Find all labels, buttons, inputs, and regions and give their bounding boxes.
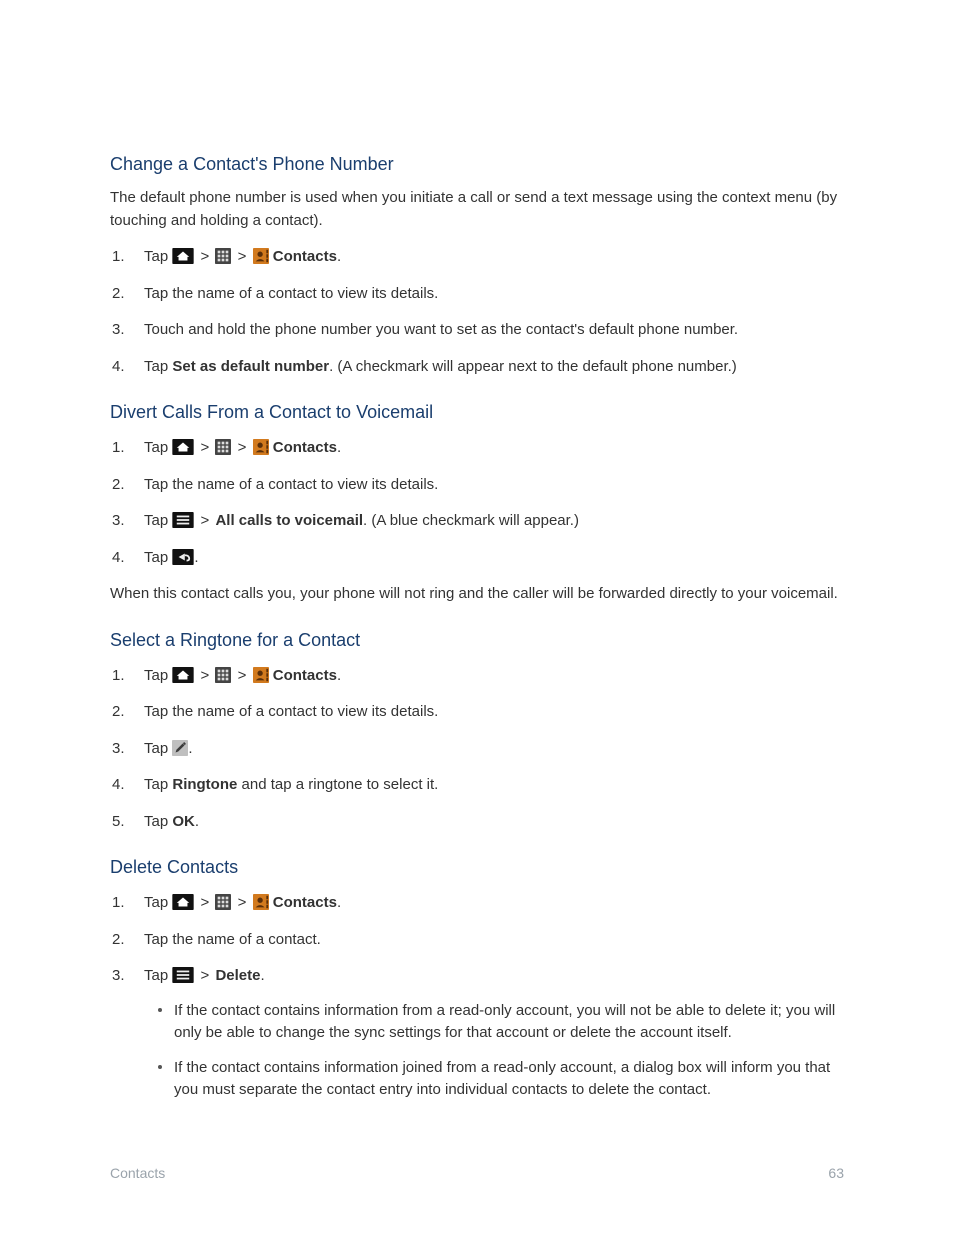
step-text: Tap — [144, 740, 172, 757]
step: Tap Set as default number. (A checkmark … — [110, 356, 844, 379]
period: . — [194, 549, 198, 566]
apps-icon — [215, 248, 231, 264]
steps-select-ringtone: Tap > > Contacts. Tap the name of a cont… — [110, 665, 844, 834]
footer-section-label: Contacts — [110, 1165, 165, 1181]
step-text: Tap — [144, 439, 172, 456]
page-footer: Contacts 63 — [0, 1165, 954, 1181]
step-text-after: and tap a ringtone to select it. — [237, 776, 438, 793]
step: Tap . — [110, 547, 844, 570]
period: . — [261, 967, 265, 984]
substep: If the contact contains information from… — [158, 1000, 844, 1045]
period: . — [337, 667, 341, 684]
step: Tap > > Contacts. — [110, 665, 844, 688]
step: Tap > > Contacts. — [110, 437, 844, 460]
heading-select-ringtone: Select a Ringtone for a Contact — [110, 630, 844, 651]
menu-icon — [172, 967, 194, 983]
period: . — [195, 813, 199, 830]
outro-paragraph: When this contact calls you, your phone … — [110, 583, 844, 606]
edit-icon — [172, 740, 188, 756]
home-icon — [172, 439, 194, 455]
step: Touch and hold the phone number you want… — [110, 319, 844, 342]
step-text: Tap — [144, 967, 172, 984]
step: Tap . — [110, 738, 844, 761]
bold-text: Set as default number — [172, 358, 329, 375]
step-text: Tap — [144, 549, 172, 566]
heading-delete-contacts: Delete Contacts — [110, 857, 844, 878]
home-icon — [172, 248, 194, 264]
intro-paragraph: The default phone number is used when yo… — [110, 187, 844, 232]
steps-divert-calls: Tap > > Contacts. Tap the name of a cont… — [110, 437, 844, 569]
contacts-label: Contacts — [273, 667, 337, 684]
document-page: Change a Contact's Phone Number The defa… — [0, 0, 954, 1235]
separator: > — [201, 967, 210, 984]
heading-divert-calls: Divert Calls From a Contact to Voicemail — [110, 402, 844, 423]
contacts-icon — [253, 667, 269, 683]
step-text: Tap — [144, 776, 172, 793]
step-text: Tap — [144, 358, 172, 375]
step-text: Tap — [144, 813, 172, 830]
step-text: Tap — [144, 512, 172, 529]
contacts-icon — [253, 439, 269, 455]
period: . — [337, 248, 341, 265]
step-text: Tap — [144, 248, 172, 265]
step: Tap the name of a contact to view its de… — [110, 474, 844, 497]
step: Tap > > Contacts. — [110, 246, 844, 269]
home-icon — [172, 894, 194, 910]
separator: > — [201, 512, 210, 529]
separator: > — [201, 439, 210, 456]
step-text-after: . (A blue checkmark will appear.) — [363, 512, 579, 529]
contacts-icon — [253, 248, 269, 264]
separator: > — [238, 667, 247, 684]
separator: > — [201, 248, 210, 265]
apps-icon — [215, 439, 231, 455]
substeps: If the contact contains information from… — [158, 1000, 844, 1102]
step: Tap Ringtone and tap a ringtone to selec… — [110, 774, 844, 797]
step-text: Tap — [144, 667, 172, 684]
step: Tap the name of a contact to view its de… — [110, 701, 844, 724]
contacts-label: Contacts — [273, 248, 337, 265]
back-icon — [172, 549, 194, 565]
step: Tap OK. — [110, 811, 844, 834]
heading-change-number: Change a Contact's Phone Number — [110, 154, 844, 175]
separator: > — [238, 248, 247, 265]
bold-text: Ringtone — [172, 776, 237, 793]
contacts-label: Contacts — [273, 894, 337, 911]
bold-text: OK — [172, 813, 195, 830]
apps-icon — [215, 894, 231, 910]
home-icon — [172, 667, 194, 683]
step: Tap > All calls to voicemail. (A blue ch… — [110, 510, 844, 533]
contacts-icon — [253, 894, 269, 910]
step-text: Tap — [144, 894, 172, 911]
steps-delete-contacts: Tap > > Contacts. Tap the name of a cont… — [110, 892, 844, 1102]
period: . — [337, 439, 341, 456]
step: Tap the name of a contact. — [110, 929, 844, 952]
step: Tap the name of a contact to view its de… — [110, 283, 844, 306]
contacts-label: Contacts — [273, 439, 337, 456]
menu-icon — [172, 512, 194, 528]
steps-change-number: Tap > > Contacts. Tap the name of a cont… — [110, 246, 844, 378]
period: . — [337, 894, 341, 911]
apps-icon — [215, 667, 231, 683]
period: . — [188, 740, 192, 757]
separator: > — [201, 667, 210, 684]
substep: If the contact contains information join… — [158, 1057, 844, 1102]
separator: > — [238, 439, 247, 456]
bold-text: Delete — [215, 967, 260, 984]
step-text-after: . (A checkmark will appear next to the d… — [329, 358, 737, 375]
bold-text: All calls to voicemail — [215, 512, 363, 529]
step: Tap > Delete. If the contact contains in… — [110, 965, 844, 1102]
step: Tap > > Contacts. — [110, 892, 844, 915]
separator: > — [238, 894, 247, 911]
separator: > — [201, 894, 210, 911]
footer-page-number: 63 — [828, 1165, 844, 1181]
